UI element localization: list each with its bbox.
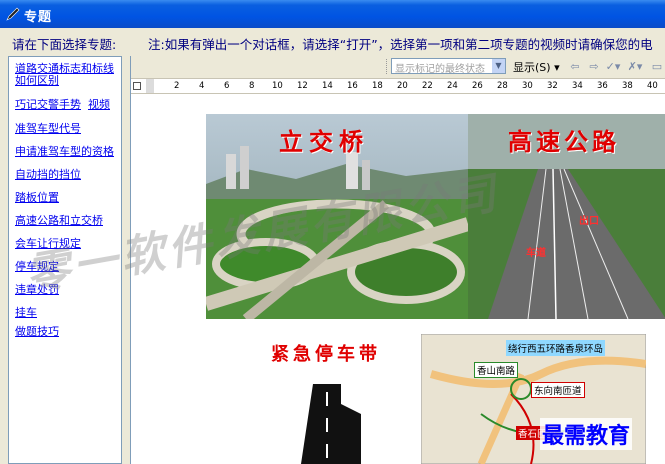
next-change-icon[interactable]: ⇨ [586,59,602,74]
ruler-tick: 20 [397,81,408,91]
ruler-tick: 10 [272,81,283,91]
topic-violation-penalty[interactable]: 违章处罚 [15,281,59,297]
accept-change-icon[interactable]: ✓▾ [605,59,621,74]
ruler-tick: 32 [547,81,558,91]
title-bar: 专题 [0,0,665,28]
brand-logo: 最需教育 [540,418,633,450]
ruler-left-margin[interactable] [146,79,154,93]
ruler-tick: 38 [622,81,633,91]
chevron-down-icon[interactable]: ▼ [492,59,505,73]
markup-display-value: 显示标记的最终状态 [395,64,485,75]
map-label-route: 绕行西五环路香泉环岛 [506,340,606,356]
topic-pedal-position[interactable]: 踏板位置 [15,189,59,205]
topic-exam-tips[interactable]: 做题技巧 [15,323,59,339]
highway-exit-label: 出口 [579,216,599,227]
topic-police-gestures-video[interactable]: 视频 [88,96,110,112]
show-menu-button[interactable]: 显示(S) ▾ [513,59,560,75]
ruler-tick: 36 [597,81,608,91]
photo2-caption: 高速公路 [508,127,620,156]
ruler-tick: 24 [447,81,458,91]
reviewing-toolbar: 显示标记的最终状态 ▼ 显示(S) ▾ ⇦ ⇨ ✓▾ ✗▾ ▭ [131,56,665,79]
topic-automatic-gears[interactable]: 自动挡的挡位 [15,166,81,182]
topic-parking-rules[interactable]: 停车规定 [15,258,59,274]
prompt-row: 请在下面选择专题: 注:如果有弹出一个对话框，请选择“打开”，选择第一项和第二项… [0,28,665,54]
ruler-tick: 34 [572,81,583,91]
ruler-tick: 28 [497,81,508,91]
ruler-tick: 8 [249,81,255,91]
select-topic-prompt: 请在下面选择专题: [12,37,117,52]
ruler-tick: 16 [347,81,358,91]
topic-traffic-signs[interactable]: 道路交通标志和标线如何区别 [15,63,115,87]
topic-list: 道路交通标志和标线如何区别 巧记交警手势 视频 准驾车型代号 申请准驾车型的资格… [8,56,122,464]
ruler-tick: 6 [224,81,230,91]
map-label-xiangshan-road: 香山南路 [474,362,519,378]
show-menu-label: 显示(S) [513,61,551,74]
dialog-note: 注:如果有弹出一个对话框，请选择“打开”，选择第一项和第二项专题的视频时请确保您… [148,37,653,52]
ruler-tick: 30 [522,81,533,91]
document-page: 立交桥 高速公路 出口 车道 紧急停车带 绕行西五环路香泉环岛 香山南路 东向南… [131,94,665,464]
horizontal-ruler: 2 4 6 8 10 12 14 16 18 20 22 24 26 28 30… [131,79,665,94]
topic-police-gestures[interactable]: 巧记交警手势 [15,96,81,112]
topic-license-qualification[interactable]: 申请准驾车型的资格 [15,143,114,159]
pen-icon [6,7,20,21]
markup-display-dropdown[interactable]: 显示标记的最终状态 ▼ [391,58,506,75]
ruler-tick: 4 [199,81,205,91]
ruler-tick: 14 [322,81,333,91]
toolbar-grip[interactable] [386,59,390,74]
topic-license-codes[interactable]: 准驾车型代号 [15,120,81,136]
topic-highway-overpass[interactable]: 高速公路和立交桥 [15,212,103,228]
ruler-tick: 18 [372,81,383,91]
previous-change-icon[interactable]: ⇦ [567,59,583,74]
window-title: 专题 [24,10,53,25]
ruler-tick: 26 [472,81,483,91]
comment-icon[interactable]: ▭ [649,59,665,74]
document-viewer: 显示标记的最终状态 ▼ 显示(S) ▾ ⇦ ⇨ ✓▾ ✗▾ ▭ 2 4 6 8 … [130,56,665,464]
map-label-east-ramp: 东向南匝道 [531,382,585,398]
tab-selector[interactable] [133,82,141,90]
emergency-lane-diagram [301,384,361,464]
ruler-tick: 2 [174,81,180,91]
reject-change-icon[interactable]: ✗▾ [627,59,643,74]
ruler-tick: 12 [297,81,308,91]
ruler-tick: 40 [647,81,658,91]
photo1-caption: 立交桥 [279,127,369,156]
topic-yield-rules[interactable]: 会车让行规定 [15,235,81,251]
highway-lane-label: 车道 [526,248,546,259]
topic-trailer[interactable]: 挂车 [15,304,37,320]
emergency-stop-heading: 紧急停车带 [271,344,381,365]
ruler-tick: 22 [422,81,433,91]
